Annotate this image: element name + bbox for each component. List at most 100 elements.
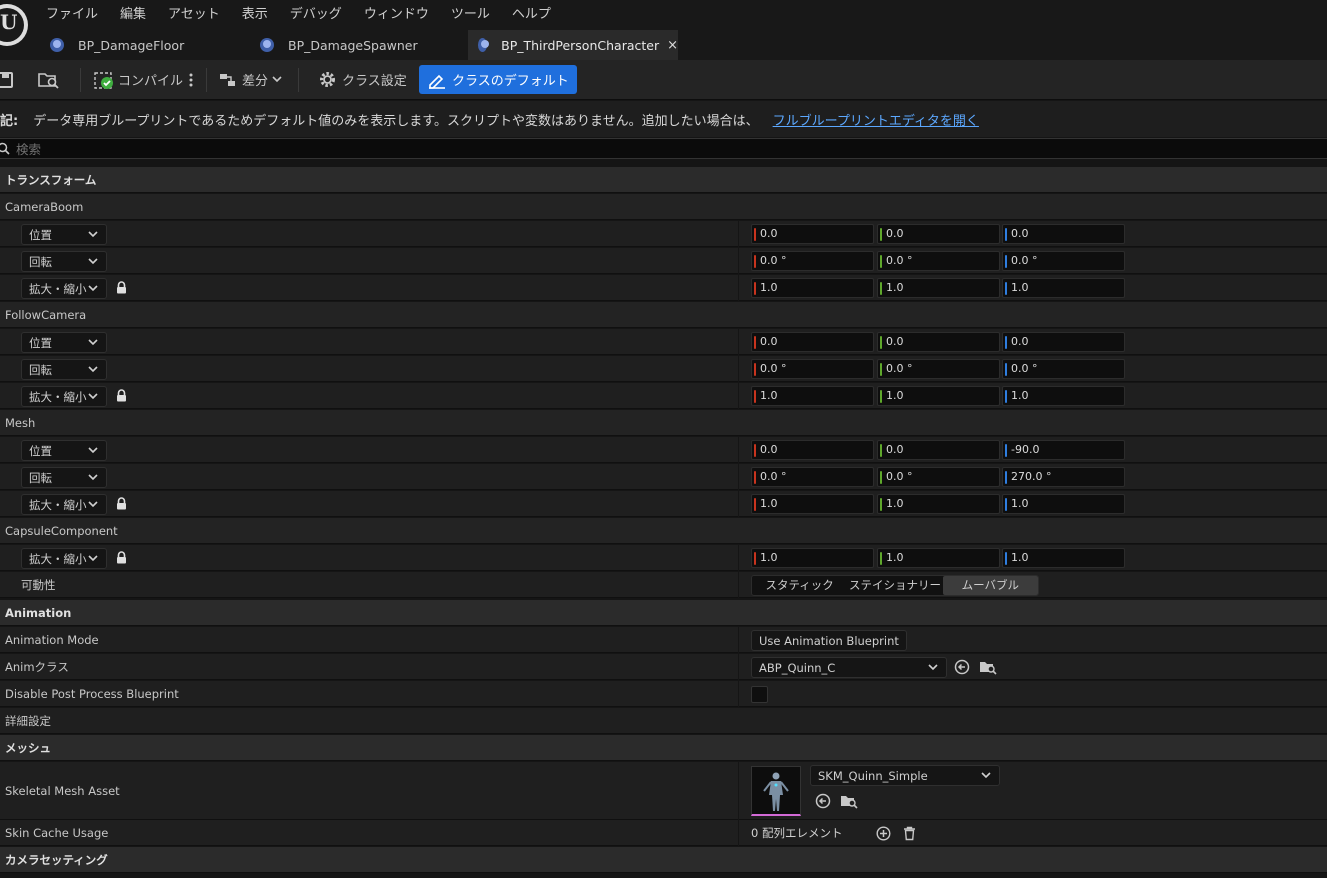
location-x-field[interactable]: 0.0 (751, 440, 874, 460)
menu-view[interactable]: 表示 (231, 4, 279, 26)
lock-icon[interactable] (116, 551, 127, 564)
scale-z-field[interactable]: 1.0 (1002, 548, 1125, 568)
save-button[interactable] (0, 65, 14, 94)
skeletal-mesh-dropdown[interactable]: SKM_Quinn_Simple (810, 765, 1000, 786)
tab-bp-damagefloor[interactable]: BP_DamageFloor (50, 30, 250, 60)
component-header: CameraBoom (0, 194, 1327, 220)
menu-file[interactable]: ファイル (35, 4, 109, 26)
scale-mode-combo[interactable]: 拡大・縮小 (21, 548, 107, 569)
use-selected-icon[interactable] (954, 659, 970, 675)
lock-icon[interactable] (116, 281, 127, 294)
combo-label: 拡大・縮小 (29, 551, 87, 566)
unreal-logo-icon[interactable]: U (0, 4, 28, 46)
category-label: トランスフォーム (5, 173, 97, 187)
location-y-field[interactable]: 0.0 (877, 440, 1000, 460)
browse-asset-icon[interactable] (979, 659, 997, 675)
tab-bp-thirdpersoncharacter[interactable]: BP_ThirdPersonCharacter × (468, 30, 678, 60)
scale-y-field[interactable]: 1.0 (877, 386, 1000, 406)
rotation-x-field[interactable]: 0.0 ° (751, 251, 874, 271)
location-z-field[interactable]: 0.0 (1002, 224, 1125, 244)
location-mode-combo[interactable]: 位置 (21, 440, 107, 461)
scale-x-field[interactable]: 1.0 (751, 548, 874, 568)
category-animation[interactable]: Animation (0, 600, 1327, 626)
menu-debug[interactable]: デバッグ (279, 4, 353, 26)
use-selected-icon[interactable] (815, 793, 831, 809)
menu-help[interactable]: ヘルプ (501, 4, 562, 26)
rotation-mode-combo[interactable]: 回転 (21, 467, 107, 488)
scale-x-field[interactable]: 1.0 (751, 278, 874, 298)
compile-options-button[interactable] (188, 65, 194, 94)
blueprint-icon (50, 38, 64, 52)
lock-icon[interactable] (116, 389, 127, 402)
scale-mode-combo[interactable]: 拡大・縮小 (21, 494, 107, 515)
mesh-thumbnail[interactable] (751, 766, 801, 816)
mobility-static-option[interactable]: スタティック (752, 576, 847, 595)
browse-asset-icon[interactable] (840, 793, 858, 809)
rotation-z-field[interactable]: 270.0 ° (1002, 467, 1125, 487)
location-x-field[interactable]: 0.0 (751, 224, 874, 244)
scale-y-field[interactable]: 1.0 (877, 494, 1000, 514)
scale-z-field[interactable]: 1.0 (1002, 386, 1125, 406)
rotation-mode-combo[interactable]: 回転 (21, 359, 107, 380)
category-mesh[interactable]: メッシュ (0, 735, 1327, 761)
location-z-field[interactable]: -90.0 (1002, 440, 1125, 460)
rotation-z-field[interactable]: 0.0 ° (1002, 359, 1125, 379)
rotation-mode-combo[interactable]: 回転 (21, 251, 107, 272)
mobility-movable-option[interactable]: ムーバブル (942, 576, 1038, 595)
scale-mode-combo[interactable]: 拡大・縮小 (21, 386, 107, 407)
trash-icon[interactable] (903, 826, 916, 841)
location-mode-combo[interactable]: 位置 (21, 332, 107, 353)
category-transform[interactable]: トランスフォーム (0, 167, 1327, 193)
array-element-count: 0 配列エレメント (751, 826, 843, 840)
rotation-y-field[interactable]: 0.0 ° (877, 251, 1000, 271)
value: 1.0 (886, 497, 904, 510)
open-full-blueprint-editor-link[interactable]: フルブループリントエディタを開く (773, 110, 979, 129)
scale-z-field[interactable]: 1.0 (1002, 494, 1125, 514)
edit-defaults-icon (429, 74, 445, 89)
rotation-z-field[interactable]: 0.0 ° (1002, 251, 1125, 271)
location-y-field[interactable]: 0.0 (877, 332, 1000, 352)
browse-button[interactable] (38, 65, 60, 94)
chevron-down-icon (88, 393, 98, 400)
scale-y-field[interactable]: 1.0 (877, 278, 1000, 298)
location-mode-combo[interactable]: 位置 (21, 224, 107, 245)
mobility-stationary-option[interactable]: ステイショナリー (847, 576, 942, 595)
scale-y-field[interactable]: 1.0 (877, 548, 1000, 568)
scale-x-field[interactable]: 1.0 (751, 386, 874, 406)
scale-mode-combo[interactable]: 拡大・縮小 (21, 278, 107, 299)
animation-mode-dropdown[interactable]: Use Animation Blueprint (751, 630, 907, 651)
rotation-y-field[interactable]: 0.0 ° (877, 467, 1000, 487)
menu-tools[interactable]: ツール (440, 4, 501, 26)
menu-edit[interactable]: 編集 (109, 4, 157, 26)
category-camera-settings[interactable]: カメラセッティング (0, 847, 1327, 873)
compile-button[interactable]: コンパイル (93, 65, 183, 94)
disable-post-process-checkbox[interactable] (751, 686, 768, 703)
menu-asset[interactable]: アセット (157, 4, 231, 26)
location-z-field[interactable]: 0.0 (1002, 332, 1125, 352)
class-settings-button[interactable]: クラス設定 (318, 65, 407, 94)
scale-z-field[interactable]: 1.0 (1002, 278, 1125, 298)
details-search[interactable]: 検索 (0, 138, 1327, 159)
rotation-x-field[interactable]: 0.0 ° (751, 359, 874, 379)
mobility-label: 可動性 (21, 578, 56, 592)
diff-button[interactable]: 差分 (219, 65, 282, 94)
location-y-field[interactable]: 0.0 (877, 224, 1000, 244)
combo-label: 拡大・縮小 (29, 497, 87, 512)
menu-window[interactable]: ウィンドウ (353, 4, 440, 26)
anim-class-dropdown[interactable]: ABP_Quinn_C (751, 657, 947, 678)
close-icon[interactable]: × (667, 38, 678, 53)
location-x-field[interactable]: 0.0 (751, 332, 874, 352)
advanced-settings-row[interactable]: 詳細設定 (0, 708, 1327, 734)
value: -90.0 (1011, 443, 1040, 456)
category-label: カメラセッティング (5, 853, 108, 867)
scale-x-field[interactable]: 1.0 (751, 494, 874, 514)
rotation-y-field[interactable]: 0.0 ° (877, 359, 1000, 379)
search-input[interactable]: 検索 (16, 139, 41, 158)
add-element-icon[interactable] (876, 826, 891, 841)
rotation-x-field[interactable]: 0.0 ° (751, 467, 874, 487)
value: 1.0 (1011, 281, 1029, 294)
lock-icon[interactable] (116, 497, 127, 510)
class-defaults-button[interactable]: クラスのデフォルト (419, 65, 577, 94)
tab-bp-damagespawner[interactable]: BP_DamageSpawner (260, 30, 460, 60)
folder-search-icon (38, 72, 59, 89)
